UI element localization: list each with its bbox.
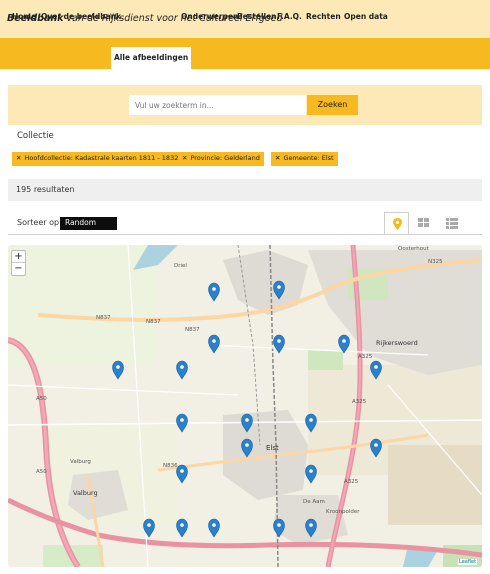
sort-divider	[8, 234, 482, 235]
map-marker-icon[interactable]	[208, 282, 220, 302]
map-marker-icon[interactable]	[305, 518, 317, 538]
search-button[interactable]: Zoeken	[307, 95, 358, 115]
results-band	[8, 179, 482, 201]
facet-chip-collectie[interactable]: ✕ Hoofdcollectie: Kadastrale kaarten 1811…	[12, 152, 183, 166]
results-map[interactable]: Driel N837 N837 N837 Elst Rijkerswoerd A…	[8, 245, 482, 567]
map-marker-icon[interactable]	[273, 334, 285, 354]
facet-chip-provincie[interactable]: ✕ Provincie: Gelderland	[178, 152, 264, 166]
nav-item-home[interactable]: Home	[9, 9, 39, 25]
sort-select[interactable]: Random	[60, 217, 117, 230]
map-marker-icon[interactable]	[305, 464, 317, 484]
zoom-out-button[interactable]: −	[12, 263, 25, 275]
map-attribution[interactable]: Leaflet	[458, 559, 478, 565]
nav-item-alle-afbeeldingen[interactable]: Alle afbeeldingen	[111, 47, 192, 69]
map-marker-icon[interactable]	[208, 334, 220, 354]
map-marker-icon[interactable]	[176, 413, 188, 433]
close-icon[interactable]: ✕	[16, 154, 21, 162]
search-input[interactable]	[129, 95, 306, 115]
nav-item-bestellen[interactable]: Bestellen	[234, 9, 280, 25]
grid-icon	[418, 218, 429, 227]
map-marker-icon[interactable]	[241, 438, 253, 458]
nav-item-rechten[interactable]: Rechten	[303, 9, 344, 25]
list-view-button[interactable]	[440, 212, 465, 234]
main-nav	[0, 38, 490, 69]
map-marker-icon[interactable]	[143, 518, 155, 538]
list-icon	[446, 218, 458, 229]
nav-item-onderwerpen[interactable]: Onderwerpen	[178, 9, 241, 25]
map-marker-icon[interactable]	[176, 360, 188, 380]
facet-title: Collectie	[17, 131, 54, 141]
map-marker-icon[interactable]	[273, 280, 285, 300]
map-marker-icon[interactable]	[241, 413, 253, 433]
facet-chip-gemeente[interactable]: ✕ Gemeente: Elst	[271, 152, 338, 166]
map-pin-icon	[393, 218, 402, 230]
map-marker-icon[interactable]	[338, 334, 350, 354]
map-marker-icon[interactable]	[305, 413, 317, 433]
marker-layer	[112, 280, 382, 538]
close-icon[interactable]: ✕	[275, 154, 280, 162]
map-marker-icon[interactable]	[273, 518, 285, 538]
facet-chip-label: Hoofdcollectie: Kadastrale kaarten 1811 …	[24, 154, 179, 162]
zoom-control: + −	[11, 250, 26, 276]
facet-chip-label: Provincie: Gelderland	[190, 154, 260, 162]
map-marker-icon[interactable]	[370, 438, 382, 458]
facet-chip-label: Gemeente: Elst	[283, 154, 334, 162]
nav-item-over[interactable]: Over de beeldbank	[38, 9, 124, 25]
map-marker-icon[interactable]	[176, 464, 188, 484]
results-count: 195 resultaten	[16, 185, 75, 194]
nav-item-open-data[interactable]: Open data	[341, 9, 391, 25]
close-icon[interactable]: ✕	[182, 154, 187, 162]
nav-item-faq[interactable]: F.A.Q.	[274, 9, 305, 25]
map-view-button[interactable]	[384, 212, 409, 234]
map-marker-icon[interactable]	[208, 518, 220, 538]
map-marker-icon[interactable]	[112, 360, 124, 380]
map-marker-icon[interactable]	[370, 360, 382, 380]
sort-label: Sorteer op	[17, 218, 60, 227]
zoom-in-button[interactable]: +	[12, 251, 25, 263]
map-marker-icon[interactable]	[176, 518, 188, 538]
grid-view-button[interactable]	[412, 212, 437, 234]
